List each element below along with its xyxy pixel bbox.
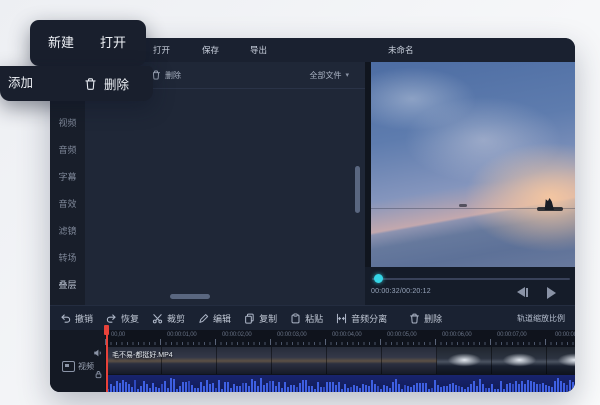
ruler-major-ticks <box>105 339 575 345</box>
clip-thumbnail <box>437 347 492 374</box>
delete-button[interactable]: 删除 <box>409 312 442 325</box>
preview-panel: 00:00:32/00:20:12 <box>365 62 575 305</box>
clip-thumbnail <box>492 347 547 374</box>
rail-item-filter[interactable]: 滤镜 <box>50 225 85 237</box>
video-track-icon <box>62 361 75 372</box>
audio-split-icon <box>336 313 347 324</box>
paste-button[interactable]: 粘贴 <box>290 312 323 325</box>
rock-base <box>537 207 563 211</box>
clip-thumbnail <box>217 347 272 374</box>
timeline-ruler[interactable]: 00,00 00:00:01,00 00:00:02,00 00:00:03,0… <box>105 330 575 346</box>
copy-button[interactable]: 复制 <box>244 312 277 325</box>
rail-item-transition[interactable]: 转场 <box>50 252 85 264</box>
rail-item-soundfx[interactable]: 音效 <box>50 198 85 210</box>
rail-item-subtitle[interactable]: 字幕 <box>50 171 85 183</box>
step-back-icon <box>517 287 525 297</box>
popup-delete-button[interactable]: 删除 <box>84 66 129 101</box>
video-viewport <box>371 62 575 267</box>
media-delete-button[interactable]: 删除 <box>151 62 181 88</box>
speaker-icon[interactable] <box>93 348 103 358</box>
paste-icon <box>290 313 301 324</box>
file-filter-label: 全部文件 <box>309 70 341 81</box>
clip-thumbnail <box>327 347 382 374</box>
rail-item-overlay[interactable]: 叠层 <box>50 279 85 291</box>
media-horizontal-scrollbar[interactable] <box>170 294 210 299</box>
media-vertical-scrollbar[interactable] <box>355 166 360 213</box>
popup-add-button[interactable]: 添加 <box>8 66 33 101</box>
previous-frame-button[interactable] <box>517 287 528 297</box>
popup-new-button[interactable]: 新建 <box>48 20 74 66</box>
rail-item-audio[interactable]: 音频 <box>50 144 85 156</box>
edit-button[interactable]: 编辑 <box>198 312 231 325</box>
trash-icon <box>409 313 420 324</box>
menu-export[interactable]: 导出 <box>250 38 267 62</box>
pencil-icon <box>198 313 209 324</box>
playhead-line <box>106 333 108 392</box>
video-clip[interactable]: 毛不易-都挺好.MP4 <box>107 347 575 374</box>
rock-small <box>459 204 467 207</box>
undo-button[interactable]: 撤销 <box>60 312 93 325</box>
video-track-label: 视频 <box>78 361 94 372</box>
undo-icon <box>60 313 71 324</box>
clip-thumbnails <box>107 347 575 374</box>
screen: 打开 保存 导出 未命名 视频 音频 字幕 音效 滤镜 转场 叠层 贴图 <box>0 0 600 405</box>
seek-knob[interactable] <box>374 274 383 283</box>
file-filter-dropdown[interactable]: 全部文件 ▾ <box>309 62 349 88</box>
clip-name: 毛不易-都挺好.MP4 <box>112 350 173 360</box>
audio-clip[interactable] <box>107 375 575 392</box>
rail-item-video[interactable]: 视频 <box>50 117 85 129</box>
redo-button[interactable]: 恢复 <box>106 312 139 325</box>
audio-split-button[interactable]: 音频分离 <box>336 312 387 325</box>
seek-bar[interactable] <box>372 278 570 280</box>
trash-icon <box>84 77 97 91</box>
lock-icon[interactable] <box>94 370 103 379</box>
player-controls: 00:00:32/00:20:12 <box>365 267 575 305</box>
popup-actions: 添加 删除 <box>0 66 153 101</box>
redo-icon <box>106 313 117 324</box>
chevron-down-icon: ▾ <box>345 71 349 79</box>
play-icon <box>547 287 556 299</box>
clip-thumbnail <box>547 347 575 374</box>
popup-file-menu: 新建 打开 <box>30 20 146 66</box>
clip-thumbnail <box>382 347 437 374</box>
clip-thumbnail <box>272 347 327 374</box>
track-zoom-label: 轨道缩放比例 <box>517 313 575 324</box>
playback-time: 00:00:32/00:20:12 <box>371 288 431 295</box>
edit-toolbar: 撤销 恢复 裁剪 编辑 <box>50 305 575 330</box>
project-title: 未命名 <box>388 38 414 62</box>
popup-open-button[interactable]: 打开 <box>100 20 126 66</box>
menu-save[interactable]: 保存 <box>202 38 219 62</box>
trim-button[interactable]: 裁剪 <box>152 312 185 325</box>
timeline: 视频 00,00 00:00:01,00 00:00:02,00 00:00:0… <box>50 330 575 392</box>
scissors-icon <box>152 313 163 324</box>
track-gutter: 视频 <box>50 330 105 392</box>
media-delete-label: 删除 <box>165 70 181 81</box>
play-button[interactable] <box>547 287 556 299</box>
audio-waveform <box>107 375 575 392</box>
copy-icon <box>244 313 255 324</box>
menu-open[interactable]: 打开 <box>153 38 170 62</box>
